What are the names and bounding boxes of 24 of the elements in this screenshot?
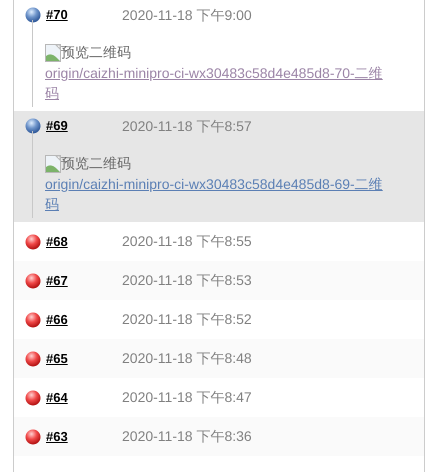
qr-preview-alt-text: 预览二维码 bbox=[61, 43, 131, 62]
build-number-link[interactable]: #63 bbox=[46, 426, 122, 446]
build-time: 2020-11-18 下午8:52 bbox=[122, 310, 252, 329]
build-row[interactable]: #63 2020-11-18 下午8:36 bbox=[14, 417, 424, 456]
build-number-link[interactable]: #64 bbox=[46, 388, 122, 408]
build-time: 2020-11-18 下午9:00 bbox=[122, 6, 252, 24]
build-time: 2020-11-18 下午8:36 bbox=[122, 427, 252, 446]
build-number-link[interactable]: #70 bbox=[46, 5, 122, 25]
broken-image-icon bbox=[45, 154, 61, 172]
build-time: 2020-11-18 下午8:55 bbox=[122, 232, 252, 251]
build-number-link[interactable]: #67 bbox=[46, 270, 122, 290]
broken-image-icon bbox=[45, 44, 61, 62]
build-number-link[interactable]: #68 bbox=[46, 232, 122, 252]
build-time: 2020-11-18 下午8:47 bbox=[122, 388, 252, 407]
qr-preview-alt-text: 预览二维码 bbox=[61, 154, 131, 173]
build-row[interactable]: #65 2020-11-18 下午8:48 bbox=[14, 339, 424, 378]
build-number-link[interactable]: #66 bbox=[46, 310, 122, 330]
build-time: 2020-11-18 下午8:57 bbox=[122, 116, 252, 136]
build-number-link[interactable]: #69 bbox=[46, 116, 122, 136]
build-row[interactable]: #69 2020-11-18 下午8:57 预览二维码 origin/caizhi-minipro-ci-wx30483c58d4e485d8-69-二维码 bbox=[14, 111, 424, 222]
build-number-link[interactable]: #65 bbox=[46, 348, 122, 368]
build-row[interactable]: #67 2020-11-18 下午8:53 bbox=[14, 261, 424, 300]
build-time: 2020-11-18 下午8:48 bbox=[122, 349, 252, 368]
build-time: 2020-11-18 下午8:53 bbox=[122, 271, 252, 290]
